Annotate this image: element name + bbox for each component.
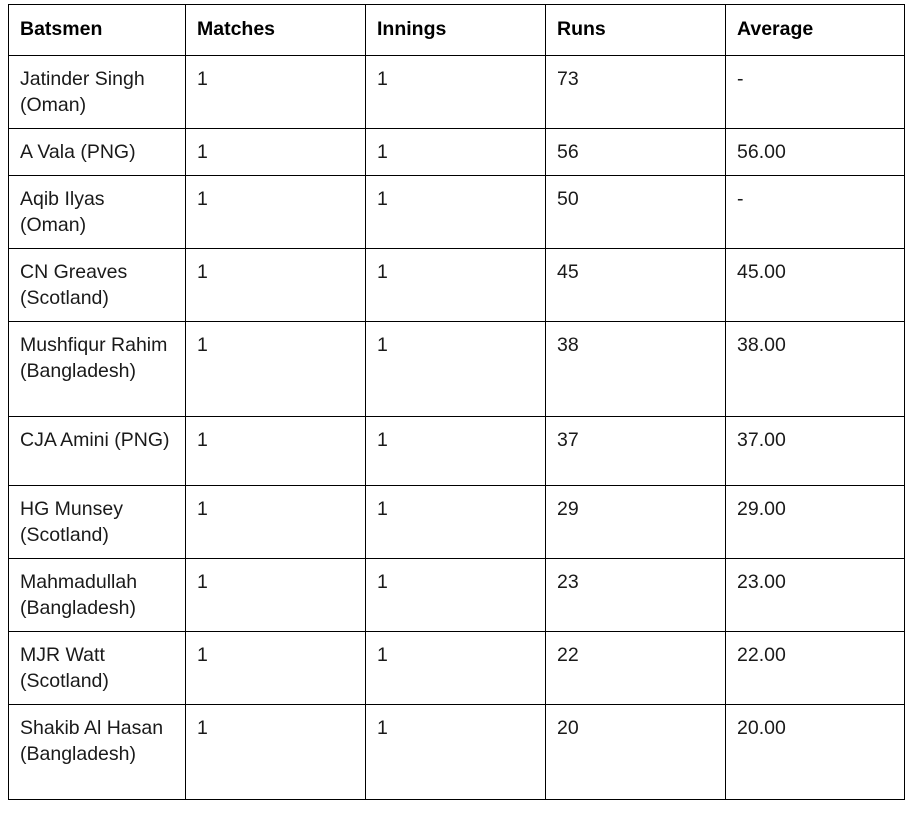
cell-average: 23.00 — [725, 558, 905, 632]
cell-innings: 1 — [365, 416, 546, 486]
cell-matches: 1 — [185, 704, 366, 800]
cell-batsmen: Mushfiqur Rahim (Bangladesh) — [8, 321, 186, 417]
column-header-innings: Innings — [365, 4, 546, 56]
cell-average: 37.00 — [725, 416, 905, 486]
table-row: Shakib Al Hasan (Bangladesh) 1 1 20 20.00 — [8, 704, 905, 800]
cell-batsmen: HG Munsey (Scotland) — [8, 485, 186, 559]
cell-innings: 1 — [365, 55, 546, 129]
column-header-average: Average — [725, 4, 905, 56]
table-header: Batsmen Matches Innings Runs Average — [8, 4, 905, 56]
cell-runs: 22 — [545, 631, 726, 705]
table-row: Jatinder Singh (Oman) 1 1 73- — [8, 55, 905, 129]
table-row: Aqib Ilyas (Oman) 1 1 50- — [8, 175, 905, 249]
cell-matches: 1 — [185, 321, 366, 417]
cell-innings: 1 — [365, 321, 546, 417]
cell-runs: 38 — [545, 321, 726, 417]
cell-batsmen: MJR Watt (Scotland) — [8, 631, 186, 705]
table-row: Mahmadullah (Bangladesh) 1 1 23 23.00 — [8, 558, 905, 632]
table-row: CJA Amini (PNG) 1 1 37 37.00 — [8, 416, 905, 486]
table-row: CN Greaves (Scotland) 1 1 45 45.00 — [8, 248, 905, 322]
cell-batsmen: CJA Amini (PNG) — [8, 416, 186, 486]
cell-matches: 1 — [185, 631, 366, 705]
cell-batsmen: Mahmadullah (Bangladesh) — [8, 558, 186, 632]
cell-average: 29.00 — [725, 485, 905, 559]
cell-average: - — [725, 175, 905, 249]
cell-matches: 1 — [185, 558, 366, 632]
cell-runs: 37 — [545, 416, 726, 486]
cell-batsmen: A Vala (PNG) — [8, 128, 186, 176]
table-row: MJR Watt (Scotland) 1 1 22 22.00 — [8, 631, 905, 705]
cell-runs: 50 — [545, 175, 726, 249]
cell-batsmen: Shakib Al Hasan (Bangladesh) — [8, 704, 186, 800]
cell-matches: 1 — [185, 128, 366, 176]
column-header-batsmen: Batsmen — [8, 4, 186, 56]
cell-average: - — [725, 55, 905, 129]
table-body: Jatinder Singh (Oman) 1 1 73- A Vala (PNG) 1 1… — [8, 55, 905, 800]
column-header-matches: Matches — [185, 4, 366, 56]
stats-table-container: Batsmen Matches Innings Runs Average Jat… — [8, 4, 905, 800]
cell-runs: 56 — [545, 128, 726, 176]
cell-matches: 1 — [185, 248, 366, 322]
cell-matches: 1 — [185, 416, 366, 486]
batting-statistics-table: Batsmen Matches Innings Runs Average Jat… — [8, 4, 905, 800]
cell-average: 22.00 — [725, 631, 905, 705]
cell-runs: 73 — [545, 55, 726, 129]
cell-average: 20.00 — [725, 704, 905, 800]
cell-innings: 1 — [365, 631, 546, 705]
column-header-runs: Runs — [545, 4, 726, 56]
table-row: A Vala (PNG) 1 1 56 56.00 — [8, 128, 905, 176]
table-row: Mushfiqur Rahim (Bangladesh) 1 1 38 38.00 — [8, 321, 905, 417]
cell-runs: 23 — [545, 558, 726, 632]
cell-runs: 20 — [545, 704, 726, 800]
cell-innings: 1 — [365, 704, 546, 800]
cell-average: 38.00 — [725, 321, 905, 417]
table-row: HG Munsey (Scotland) 1 1 29 29.00 — [8, 485, 905, 559]
cell-matches: 1 — [185, 175, 366, 249]
cell-matches: 1 — [185, 55, 366, 129]
cell-innings: 1 — [365, 175, 546, 249]
cell-innings: 1 — [365, 128, 546, 176]
cell-innings: 1 — [365, 248, 546, 322]
cell-innings: 1 — [365, 558, 546, 632]
cell-batsmen: Aqib Ilyas (Oman) — [8, 175, 186, 249]
cell-innings: 1 — [365, 485, 546, 559]
cell-average: 56.00 — [725, 128, 905, 176]
cell-batsmen: CN Greaves (Scotland) — [8, 248, 186, 322]
cell-matches: 1 — [185, 485, 366, 559]
cell-average: 45.00 — [725, 248, 905, 322]
cell-batsmen: Jatinder Singh (Oman) — [8, 55, 186, 129]
cell-runs: 45 — [545, 248, 726, 322]
cell-runs: 29 — [545, 485, 726, 559]
table-header-row: Batsmen Matches Innings Runs Average — [8, 4, 905, 56]
